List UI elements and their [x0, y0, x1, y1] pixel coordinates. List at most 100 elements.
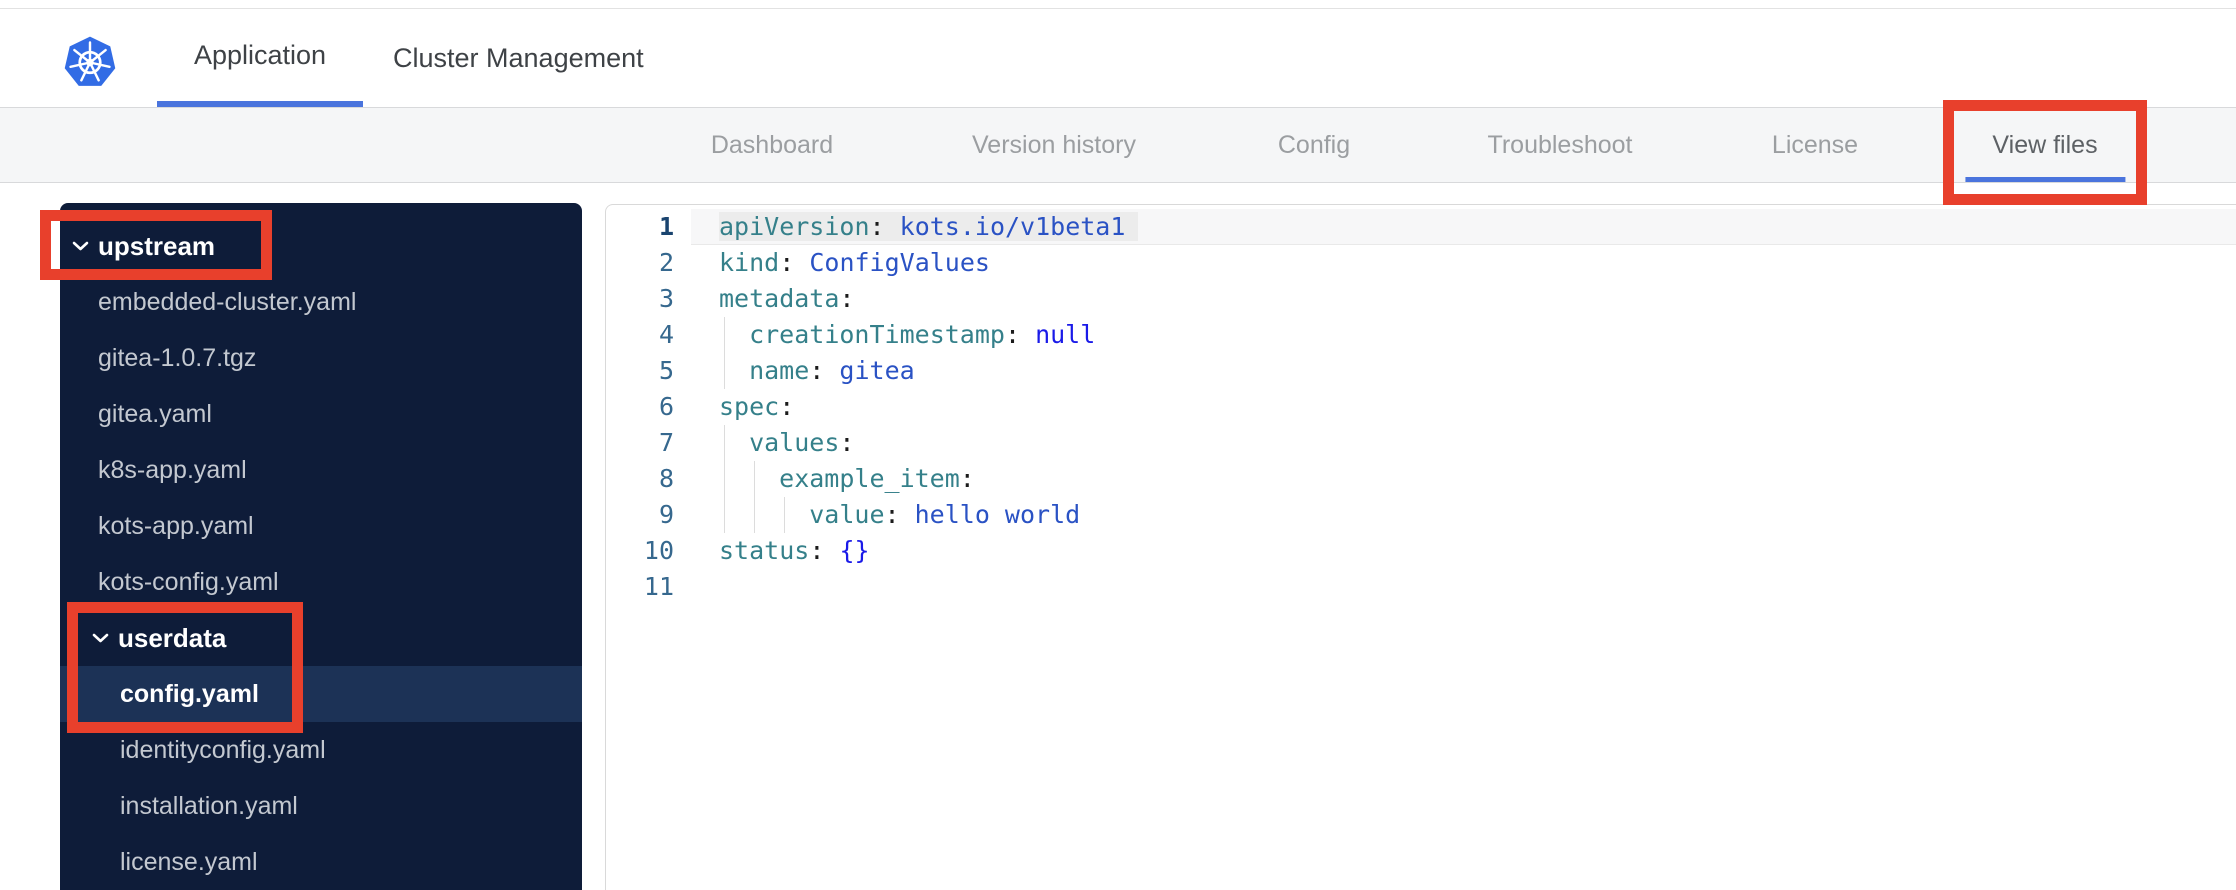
code-line-content: status: {} [691, 533, 2236, 569]
tree-item-identityconfig-yaml[interactable]: identityconfig.yaml [60, 722, 582, 778]
tab-application[interactable]: Application [157, 9, 363, 107]
code-line-content: kind: ConfigValues [691, 245, 2236, 281]
line-number: 8 [658, 464, 674, 493]
code-line-3: 3 metadata: [606, 281, 2236, 317]
active-tab-underline [1964, 177, 2125, 182]
tree-item-embedded-cluster-yaml[interactable]: embedded-cluster.yaml [60, 274, 582, 330]
code-tokens: example_item: [779, 464, 975, 493]
token-p: : [779, 248, 795, 277]
nav-tab-view-files[interactable]: View files [1964, 108, 2125, 182]
file-tree: upstream embedded-cluster.yaml gitea-1.0.7… [60, 203, 582, 890]
code-line-8: 8 example_item: [606, 461, 2236, 497]
kubernetes-logo [64, 36, 116, 86]
tree-item-k8s-app-yaml[interactable]: k8s-app.yaml [60, 442, 582, 498]
token-p: : [809, 356, 825, 385]
code-tokens: name: gitea [749, 356, 915, 385]
code-line-content: values: [691, 425, 2236, 461]
nav-tab-label: License [1771, 130, 1859, 159]
token-sp [885, 212, 900, 241]
token-p: : [809, 536, 825, 565]
app-nav: Dashboard Version history Config Troublesho… [0, 107, 2236, 183]
token-sp [1020, 320, 1035, 349]
file-label: kots-app.yaml [98, 511, 254, 540]
token-const: {} [839, 536, 870, 565]
nav-tab-dashboard[interactable]: Dashboard [711, 108, 833, 182]
indent-guide [724, 497, 725, 533]
nav-tab-label: Troubleshoot [1487, 130, 1633, 159]
token-key: value [809, 500, 885, 529]
folder-label: upstream [98, 230, 216, 261]
line-number: 2 [658, 248, 674, 277]
code-line-2: 2 kind: ConfigValues [606, 245, 2236, 281]
code-line-content: example_item: [691, 461, 2236, 497]
code-tokens: metadata: [719, 284, 854, 313]
tree-item-gitea-yaml[interactable]: gitea.yaml [60, 386, 582, 442]
code-line-7: 7 values: [606, 425, 2236, 461]
token-p: : [869, 212, 885, 241]
indent-guide [724, 425, 725, 461]
code-tokens: apiVersion: kots.io/v1beta1 [719, 212, 1139, 241]
tree-item-gitea-1-0-7-tgz[interactable]: gitea-1.0.7.tgz [60, 330, 582, 386]
nav-tab-troubleshoot[interactable]: Troubleshoot [1488, 108, 1633, 182]
code-tokens: spec: [719, 392, 794, 421]
indent-guide [724, 353, 725, 389]
line-number: 3 [658, 284, 674, 313]
folder-label: userdata [118, 622, 227, 653]
token-key: kind [719, 248, 780, 277]
code-tokens: kind: ConfigValues [719, 248, 990, 277]
code-line-9: 9 value: hello world [606, 497, 2236, 533]
line-number: 6 [658, 392, 674, 421]
token-key: metadata [719, 284, 840, 313]
line-number: 1 [658, 212, 674, 241]
tree-item-config-yaml[interactable]: config.yaml [60, 666, 582, 722]
code-line-11: 11 [606, 569, 2236, 605]
code-line-content: creationTimestamp: null [691, 317, 2236, 353]
nav-tab-label: Version history [972, 130, 1136, 159]
token-key: example_item [779, 464, 960, 493]
tree-item-userdata[interactable]: userdata [60, 610, 582, 666]
nav-tab-license[interactable]: License [1772, 108, 1858, 182]
token-p: : [839, 284, 855, 313]
token-sp [824, 536, 839, 565]
line-number: 9 [658, 500, 674, 529]
token-key: spec [719, 392, 780, 421]
code-line-10: 10 status: {} [606, 533, 2236, 569]
token-key: creationTimestamp [749, 320, 1005, 349]
file-label: kots-config.yaml [98, 567, 279, 596]
nav-tab-config[interactable]: Config [1278, 108, 1350, 182]
token-p: : [839, 428, 855, 457]
token-key: apiVersion [719, 212, 870, 241]
code-line-4: 4 creationTimestamp: null [606, 317, 2236, 353]
code-line-content: metadata: [691, 281, 2236, 317]
token-p: : [779, 392, 795, 421]
tab-cluster-management[interactable]: Cluster Management [393, 9, 644, 107]
chevron-down-icon [72, 240, 89, 252]
token-p: : [959, 464, 975, 493]
tree-item-license-yaml[interactable]: license.yaml [60, 834, 582, 890]
token-key: status [719, 536, 810, 565]
token-p: : [884, 500, 900, 529]
token-const: null [1035, 320, 1096, 349]
tree-item-kots-config-yaml[interactable]: kots-config.yaml [60, 554, 582, 610]
nav-tab-label: Dashboard [710, 130, 834, 159]
token-val: hello world [914, 500, 1081, 529]
nav-tab-version-history[interactable]: Version history [972, 108, 1136, 182]
indent-guide [724, 461, 725, 497]
token-sp [900, 500, 915, 529]
tree-item-upstream[interactable]: upstream [60, 218, 582, 274]
token-val: kots.io/v1beta1 [899, 212, 1126, 241]
file-label: installation.yaml [120, 791, 298, 820]
indent-guide [754, 461, 755, 497]
line-number: 10 [643, 536, 674, 565]
token-key: values [749, 428, 840, 457]
file-viewer[interactable]: 1 apiVersion: kots.io/v1beta1 2 kind: Confi… [605, 204, 2236, 890]
indent-guide [784, 497, 785, 533]
tree-item-installation-yaml[interactable]: installation.yaml [60, 778, 582, 834]
line-number: 11 [643, 572, 674, 601]
line-number: 5 [658, 356, 674, 385]
tree-item-kots-app-yaml[interactable]: kots-app.yaml [60, 498, 582, 554]
code-tokens: status: {} [719, 536, 870, 565]
code-line-content: spec: [691, 389, 2236, 425]
token-sp [824, 356, 839, 385]
file-label: gitea.yaml [98, 399, 212, 428]
